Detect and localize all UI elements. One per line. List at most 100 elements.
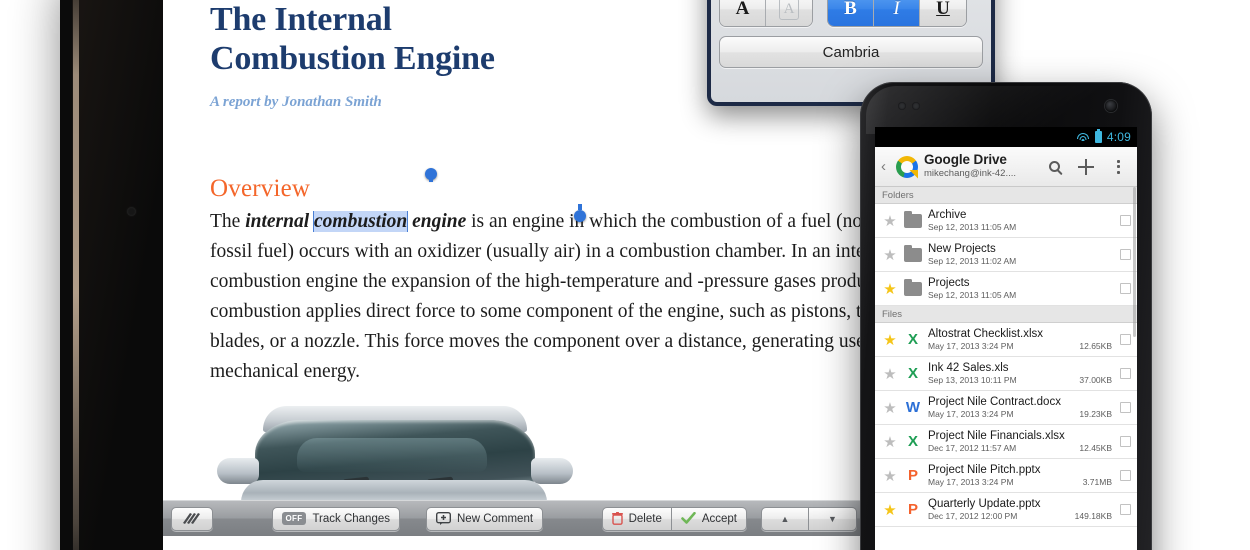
add-button[interactable] [1073, 154, 1099, 180]
text-style-segment: A A [719, 0, 813, 27]
phone-device: 4:09 ‹ Google Drive mikechang@ink-42....… [860, 82, 1152, 550]
accept-label: Accept [701, 512, 738, 525]
star-icon[interactable]: ★ [880, 501, 900, 519]
document-bottom-toolbar: OFF Track Changes New Comment Delete Acc… [163, 500, 865, 536]
list-item-name: Project Nile Contract.docx [928, 395, 1061, 408]
navigation-group: ▲ ▼ [761, 506, 858, 531]
list-item-text: Altostrat Checklist.xlsx May 17, 2013 3:2… [926, 328, 1116, 352]
text-highlight-button[interactable]: A [766, 0, 812, 26]
pen-tool-button[interactable] [171, 506, 213, 531]
list-item-checkbox[interactable] [1120, 470, 1131, 481]
list-item-name: Project Nile Pitch.pptx [928, 463, 1041, 476]
next-change-button[interactable]: ▼ [809, 506, 858, 531]
list-scrollbar[interactable] [1133, 187, 1136, 337]
list-item[interactable]: ★ Projects Sep 12, 2013 11:05 AM [875, 272, 1137, 306]
bold-button[interactable]: B [828, 0, 874, 26]
pen-icon [183, 513, 200, 524]
list-item[interactable]: ★ P Project Nile Pitch.pptx May 17, 2013 3:… [875, 459, 1137, 493]
selection-handle-start[interactable] [425, 168, 437, 182]
document-image-car [163, 400, 865, 510]
screenshot-stage: The Internal Combustion Engine A report … [0, 0, 1250, 550]
proximity-sensor-icon [898, 102, 906, 110]
star-icon[interactable]: ★ [880, 467, 900, 485]
back-button[interactable]: ‹ [881, 158, 890, 175]
list-item[interactable]: ★ P Quarterly Update.pptx Dec 17, 2012 12:0… [875, 493, 1137, 527]
new-comment-button[interactable]: New Comment [426, 506, 544, 531]
review-actions-group: Delete Accept [601, 506, 748, 531]
font-family-button[interactable]: Cambria [719, 36, 983, 68]
plus-icon [1078, 158, 1094, 175]
app-action-bar: ‹ Google Drive mikechang@ink-42.... [875, 147, 1137, 187]
list-item-size [1112, 223, 1116, 233]
list-item[interactable]: ★ New Projects Sep 12, 2013 11:02 AM [875, 238, 1137, 272]
status-clock: 4:09 [1106, 130, 1131, 144]
list-item[interactable]: ★ W Project Nile Contract.docx May 17, 2013… [875, 391, 1137, 425]
list-item-checkbox[interactable] [1120, 283, 1131, 294]
list-item-text: Project Nile Pitch.pptx May 17, 2013 3:24… [926, 464, 1116, 488]
list-section-header: Folders [875, 187, 1137, 204]
list-item-text: Project Nile Financials.xlsx Dec 17, 2012… [926, 430, 1116, 454]
list-item-date: Sep 12, 2013 11:05 AM [928, 221, 1017, 232]
list-item-text: Quarterly Update.pptx Dec 17, 2012 12:00 … [926, 498, 1116, 522]
body-rest: is an engine in which the combustion of … [210, 211, 865, 382]
selection-handle-end[interactable] [574, 204, 586, 222]
list-section-header: Files [875, 306, 1137, 323]
list-item-checkbox[interactable] [1120, 504, 1131, 515]
star-icon[interactable]: ★ [880, 246, 900, 264]
light-sensor-icon [912, 102, 920, 110]
list-item-checkbox[interactable] [1120, 436, 1131, 447]
list-item-size: 149.18KB [1074, 510, 1112, 521]
list-item-text: Ink 42 Sales.xls Sep 13, 2013 10:11 PM 37.… [926, 362, 1116, 386]
list-item-size [1112, 257, 1116, 267]
star-icon[interactable]: ★ [880, 433, 900, 451]
underline-button[interactable]: U [920, 0, 966, 26]
track-changes-button[interactable]: OFF Track Changes [271, 506, 400, 531]
text-color-button[interactable]: A [720, 0, 766, 26]
star-icon[interactable]: ★ [880, 280, 900, 298]
overflow-menu-button[interactable] [1105, 154, 1131, 180]
previous-change-button[interactable]: ▲ [761, 506, 810, 531]
wifi-icon [1077, 132, 1090, 142]
list-item-checkbox[interactable] [1120, 368, 1131, 379]
check-icon [681, 512, 696, 524]
list-item-text: Project Nile Contract.docx May 17, 2013 3… [926, 396, 1116, 420]
list-item-checkbox[interactable] [1120, 402, 1131, 413]
document-section-heading: Overview [210, 175, 311, 202]
list-item-size: 12.65KB [1079, 340, 1112, 351]
italic-button[interactable]: I [874, 0, 920, 26]
overflow-menu-icon [1116, 159, 1120, 174]
document-body-text[interactable]: The internal combustion engine is an eng… [210, 207, 865, 387]
body-bold-engine: engine [407, 211, 467, 232]
new-comment-label: New Comment [457, 512, 534, 525]
star-icon[interactable]: ★ [880, 365, 900, 383]
list-item-name: Quarterly Update.pptx [928, 497, 1041, 510]
drive-file-list[interactable]: Folders ★ Archive Sep 12, 2013 11:05 AM ★ New… [875, 187, 1137, 550]
folder-icon [900, 244, 926, 262]
status-bar: 4:09 [875, 127, 1137, 147]
list-item-size: 3.71MB [1082, 476, 1112, 487]
text-emphasis-segment: B I U [827, 0, 967, 27]
list-item[interactable]: ★ X Altostrat Checklist.xlsx May 17, 2013 3… [875, 323, 1137, 357]
list-item[interactable]: ★ X Ink 42 Sales.xls Sep 13, 2013 10:11 PM 3… [875, 357, 1137, 391]
star-icon[interactable]: ★ [880, 331, 900, 349]
phone-screen: 4:09 ‹ Google Drive mikechang@ink-42....… [875, 127, 1137, 550]
list-item-checkbox[interactable] [1120, 334, 1131, 345]
delete-label: Delete [628, 512, 662, 525]
folder-icon [900, 278, 926, 296]
list-item[interactable]: ★ Archive Sep 12, 2013 11:05 AM [875, 204, 1137, 238]
list-item-date: Sep 12, 2013 11:05 AM [928, 289, 1017, 300]
list-item[interactable]: ★ X Project Nile Financials.xlsx Dec 17, 20… [875, 425, 1137, 459]
accept-button[interactable]: Accept [671, 506, 748, 531]
list-item-size: 37.00KB [1079, 374, 1112, 385]
list-item-size: 12.45KB [1079, 442, 1112, 453]
list-item-date: May 17, 2013 3:24 PM [928, 476, 1014, 487]
list-item-size: 19.23KB [1079, 408, 1112, 419]
list-item-checkbox[interactable] [1120, 249, 1131, 260]
selected-text[interactable]: combustion [314, 211, 408, 232]
search-button[interactable] [1041, 154, 1067, 180]
star-icon[interactable]: ★ [880, 212, 900, 230]
star-icon[interactable]: ★ [880, 399, 900, 417]
delete-button[interactable]: Delete [601, 506, 672, 531]
list-item-checkbox[interactable] [1120, 215, 1131, 226]
list-item-text: Projects Sep 12, 2013 11:05 AM [926, 277, 1116, 301]
